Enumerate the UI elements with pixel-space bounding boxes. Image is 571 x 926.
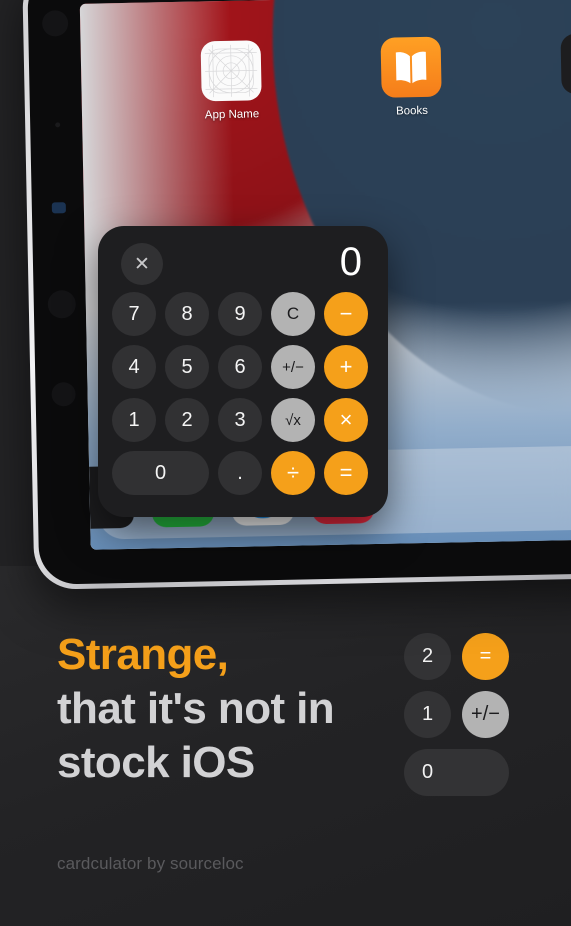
home-app-icon-apple[interactable] (558, 33, 571, 102)
key-5[interactable]: 5 (165, 345, 209, 389)
keypad-row: 1 2 3 √x × (112, 398, 374, 442)
key-4[interactable]: 4 (112, 345, 156, 389)
key-7[interactable]: 7 (112, 292, 156, 336)
app-template-grid-icon (200, 40, 262, 102)
mini-keypad-row: 2 = (404, 633, 509, 680)
indicator-light-icon (51, 202, 66, 214)
home-app-icon-books[interactable]: Books (379, 36, 445, 118)
mini-key-zero[interactable]: 0 (404, 749, 509, 796)
close-icon[interactable]: ✕ (121, 243, 163, 285)
mini-keypad: 2 = 1 +/− 0 (404, 633, 509, 807)
headline-line-2: that it's not in (57, 684, 335, 733)
home-app-label: App Name (204, 108, 260, 122)
calculator-card: ✕ 0 7 8 9 C − 4 5 6 +/− + 1 2 3 √x × 0 .… (98, 226, 388, 517)
calculator-header: ✕ 0 (112, 240, 374, 288)
calculator-display: 0 (339, 240, 362, 284)
key-6[interactable]: 6 (218, 345, 262, 389)
key-plus-minus[interactable]: +/− (271, 345, 315, 389)
books-icon (380, 36, 442, 98)
screenshot-stage: Strange, that it's not in stock iOS card… (0, 0, 571, 926)
key-2[interactable]: 2 (165, 398, 209, 442)
key-multiply[interactable]: × (324, 398, 368, 442)
key-equals[interactable]: = (324, 451, 368, 495)
mini-key-digit-1[interactable]: 1 (404, 691, 451, 738)
home-app-label: Books (395, 104, 429, 118)
key-plus[interactable]: + (324, 345, 368, 389)
key-square-root[interactable]: √x (271, 398, 315, 442)
mini-key-digit-2[interactable]: 2 (404, 633, 451, 680)
key-1[interactable]: 1 (112, 398, 156, 442)
key-0[interactable]: 0 (112, 451, 209, 495)
home-app-icon-app-name[interactable]: App Name (199, 40, 265, 121)
headline: Strange, that it's not in stock iOS (57, 628, 417, 790)
keypad-row: 7 8 9 C − (112, 292, 374, 336)
key-divide[interactable]: ÷ (271, 451, 315, 495)
key-clear[interactable]: C (271, 292, 315, 336)
mini-keypad-row: 0 (404, 749, 509, 796)
key-9[interactable]: 9 (218, 292, 262, 336)
key-3[interactable]: 3 (218, 398, 262, 442)
attribution-text: cardculator by sourceloc (57, 854, 244, 873)
keypad-row: 0 . ÷ = (112, 451, 374, 495)
headline-accent-word: Strange, (57, 630, 229, 679)
key-decimal[interactable]: . (218, 451, 262, 495)
mini-key-equals[interactable]: = (462, 633, 509, 680)
key-8[interactable]: 8 (165, 292, 209, 336)
speaker-hole-icon (47, 289, 77, 319)
headline-line-3: stock iOS (57, 738, 255, 787)
key-minus[interactable]: − (324, 292, 368, 336)
home-app-label (560, 101, 571, 102)
keypad-row: 4 5 6 +/− + (112, 345, 374, 389)
speaker-hole-icon (51, 382, 76, 407)
apple-icon (560, 33, 571, 95)
mini-key-plus-minus[interactable]: +/− (462, 691, 509, 738)
camera-lens-icon (41, 10, 69, 37)
calculator-keypad: 7 8 9 C − 4 5 6 +/− + 1 2 3 √x × 0 . ÷ = (112, 292, 374, 495)
sensor-dot-icon (55, 122, 61, 128)
mini-keypad-row: 1 +/− (404, 691, 509, 738)
